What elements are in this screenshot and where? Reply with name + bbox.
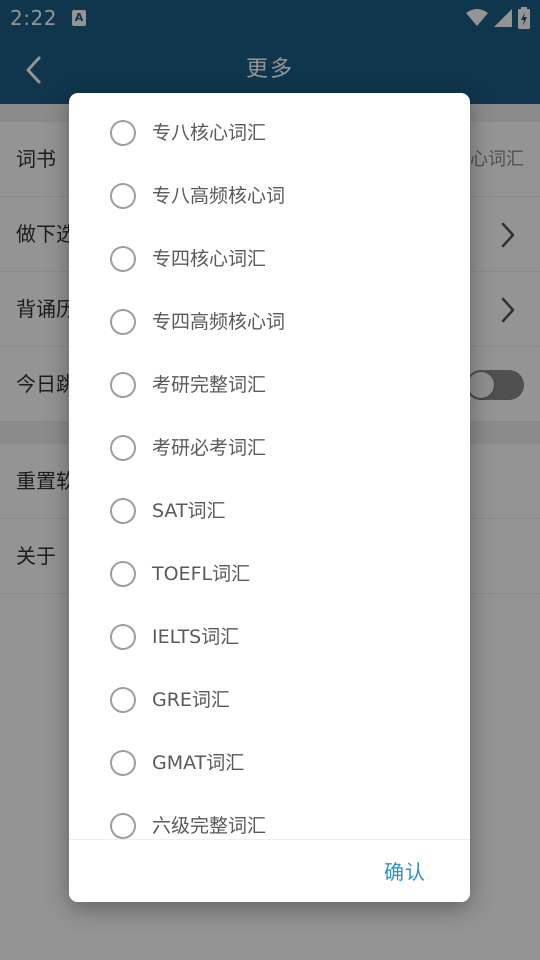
option-label: GMAT词汇 [152,752,245,774]
radio-button[interactable] [110,561,136,587]
option-item[interactable]: GRE词汇 [69,670,470,733]
option-label: IELTS词汇 [152,626,240,648]
option-item[interactable]: GMAT词汇 [69,733,470,796]
radio-button[interactable] [110,498,136,524]
option-item[interactable]: 专四核心词汇 [69,229,470,292]
radio-button[interactable] [110,309,136,335]
option-label: GRE词汇 [152,689,230,711]
option-item[interactable]: 专四高频核心词 [69,292,470,355]
option-item[interactable]: 考研必考词汇 [69,418,470,481]
option-item[interactable]: SAT词汇 [69,481,470,544]
option-item[interactable]: 专八高频核心词 [69,166,470,229]
radio-button[interactable] [110,624,136,650]
option-item[interactable]: 六级完整词汇 [69,796,470,839]
option-label: TOEFL词汇 [152,563,251,585]
radio-button[interactable] [110,372,136,398]
option-list[interactable]: 专八核心词汇 专八高频核心词 专四核心词汇 专四高频核心词 考研完整词汇 考研必… [69,93,470,839]
option-label: 考研必考词汇 [152,437,267,459]
option-item[interactable]: TOEFL词汇 [69,544,470,607]
option-item[interactable]: 专八核心词汇 [69,103,470,166]
option-label: 考研完整词汇 [152,374,267,396]
radio-button[interactable] [110,183,136,209]
radio-button[interactable] [110,435,136,461]
option-label: 专八高频核心词 [152,185,286,207]
radio-button[interactable] [110,120,136,146]
option-item[interactable]: 考研完整词汇 [69,355,470,418]
wordbook-dialog: 专八核心词汇 专八高频核心词 专四核心词汇 专四高频核心词 考研完整词汇 考研必… [69,93,470,902]
screen: 2:22 A 更多 词书 心词汇 做下选 背诵历 今日跳 重置软 关于 专八核心… [0,0,540,960]
option-label: 六级完整词汇 [152,815,267,837]
confirm-button[interactable]: 确认 [384,852,426,892]
dialog-actions: 确认 [69,839,470,902]
option-label: 专八核心词汇 [152,122,267,144]
option-label: 专四高频核心词 [152,311,286,333]
option-label: SAT词汇 [152,500,226,522]
option-item[interactable]: IELTS词汇 [69,607,470,670]
radio-button[interactable] [110,750,136,776]
radio-button[interactable] [110,246,136,272]
radio-button[interactable] [110,687,136,713]
radio-button[interactable] [110,813,136,839]
option-label: 专四核心词汇 [152,248,267,270]
